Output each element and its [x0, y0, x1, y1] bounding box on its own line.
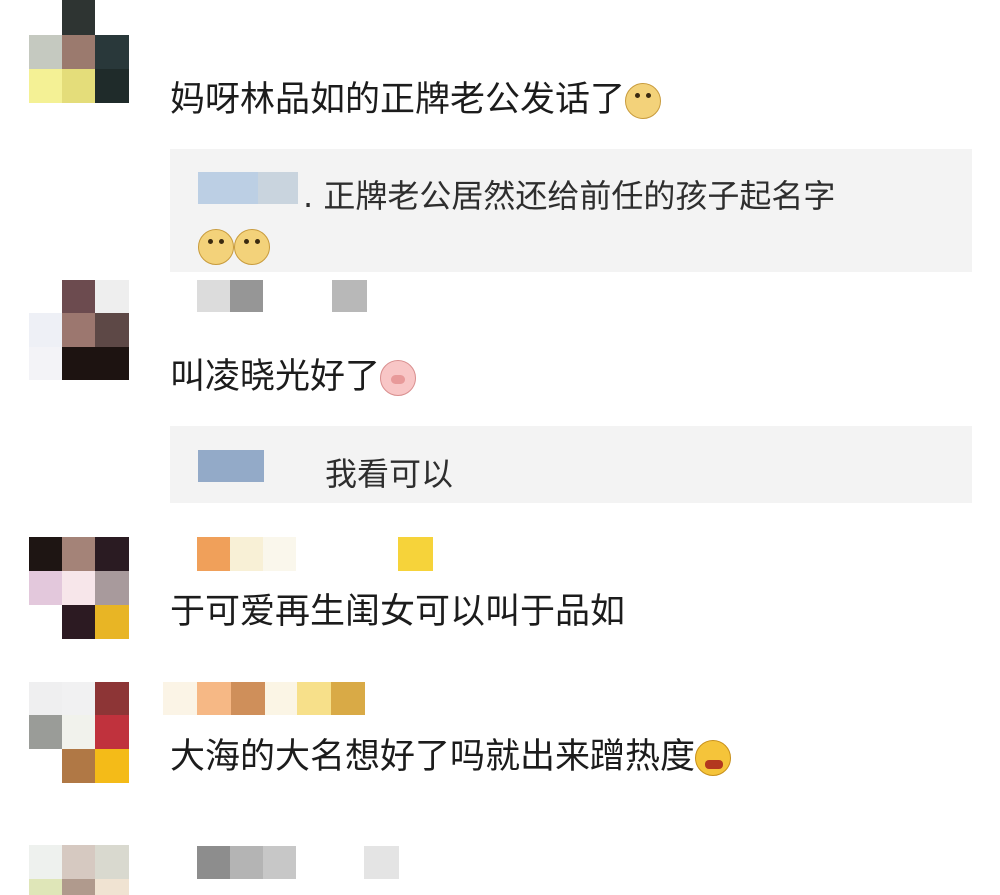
comment-text: 大海的大名想好了吗就出来蹭热度 — [170, 735, 732, 779]
doge-icon — [234, 229, 270, 265]
reply-box[interactable]: 我看可以 — [170, 426, 972, 503]
pig-icon — [380, 360, 417, 396]
reply-username[interactable] — [198, 172, 258, 204]
username[interactable] — [197, 846, 399, 879]
reply-text: . 正牌老公居然还给前任的孩子起名字 — [303, 177, 836, 215]
reply-text: 我看可以 — [325, 455, 454, 493]
reply-username[interactable] — [198, 450, 264, 482]
comment-text: 于可爱再生闺女可以叫于品如 — [170, 592, 626, 632]
comment-text: 妈呀林品如的正牌老公发话了 — [170, 78, 662, 122]
doge-icon — [198, 229, 234, 265]
avatar[interactable] — [29, 845, 129, 895]
username[interactable] — [197, 280, 367, 312]
avatar[interactable] — [29, 280, 129, 380]
reply-box[interactable]: . 正牌老公居然还给前任的孩子起名字 — [170, 149, 972, 272]
doge-icon — [625, 83, 662, 119]
comment-text: 叫凌晓光好了 — [170, 355, 417, 399]
username[interactable] — [163, 682, 365, 715]
avatar[interactable] — [29, 537, 129, 639]
username[interactable] — [197, 537, 433, 571]
avatar[interactable] — [29, 0, 129, 103]
avatar[interactable] — [29, 682, 129, 783]
angry-icon — [695, 740, 732, 776]
